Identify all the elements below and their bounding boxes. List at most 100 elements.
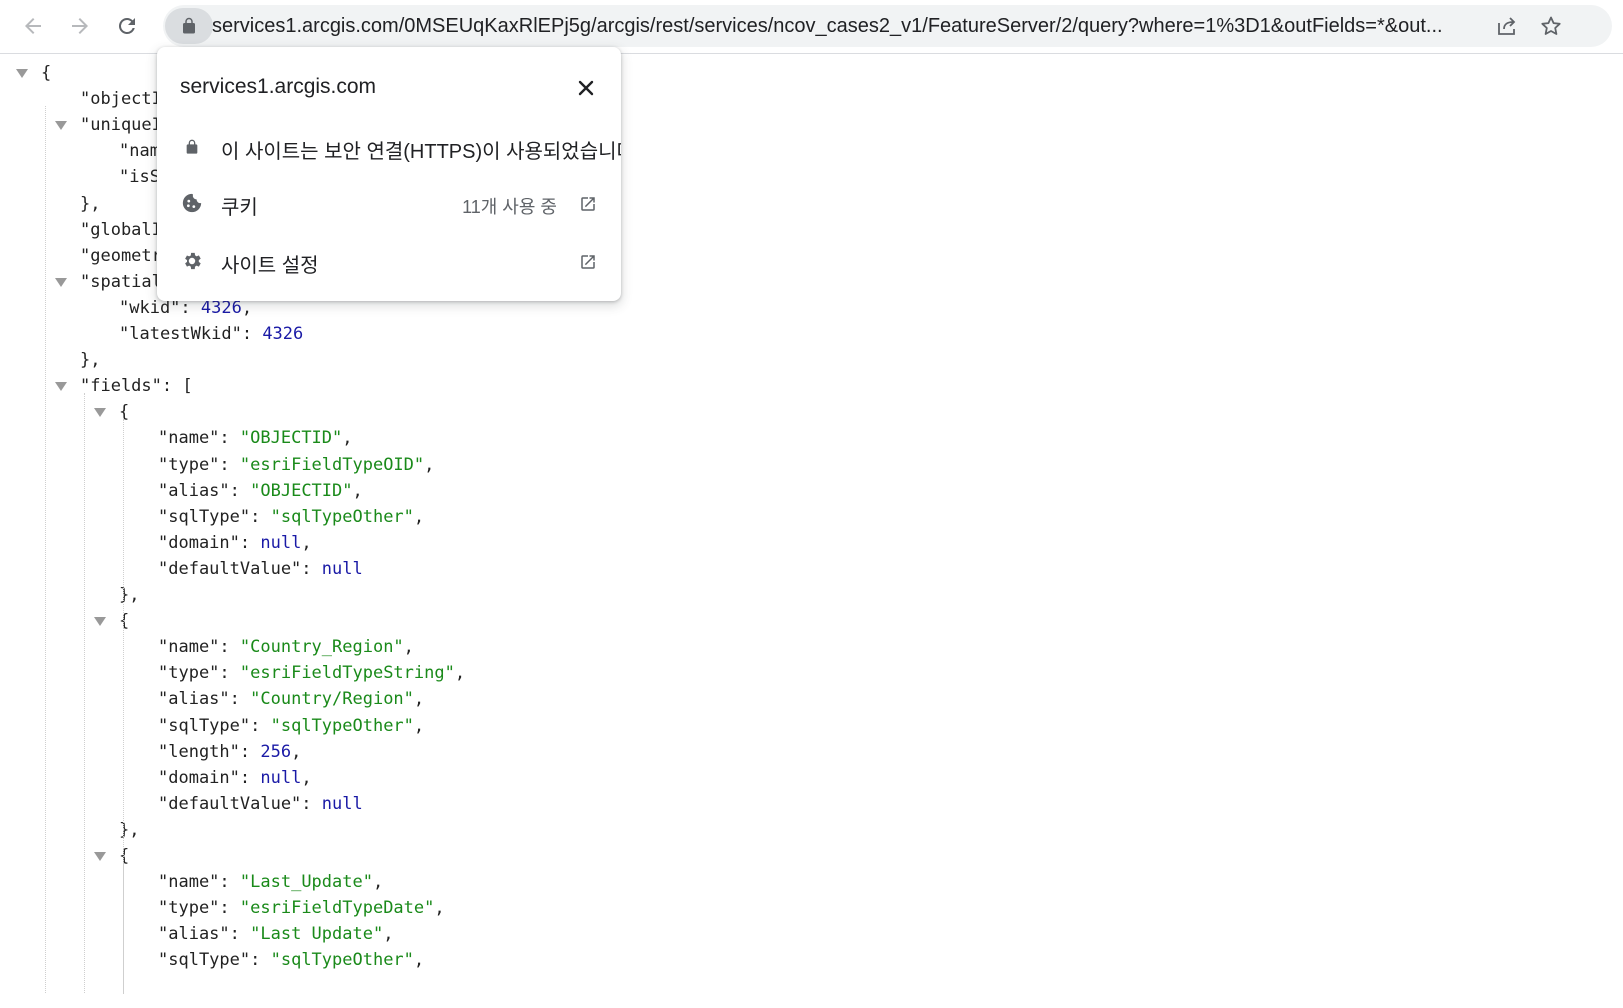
json-value: "sqlTypeOther" <box>270 506 414 527</box>
json-value: "Country/Region" <box>250 689 414 710</box>
json-punct: }, <box>80 193 101 214</box>
json-punct: : <box>239 767 261 788</box>
json-line: "type": "esriFieldTypeOID", <box>158 452 434 479</box>
json-punct: : <box>219 428 240 449</box>
connection-security-row[interactable]: 이 사이트는 보안 연결(HTTPS)이 사용되었습니다 <box>157 119 621 175</box>
reload-button[interactable] <box>108 7 146 45</box>
star-icon <box>1541 16 1561 35</box>
cookies-label: 쿠키 <box>221 197 258 219</box>
indent-guide <box>84 393 85 994</box>
url-text[interactable]: services1.arcgis.com/0MSEUqKaxRlEPj5g/ar… <box>212 14 1474 38</box>
json-line: "name": "OBJECTID", <box>158 425 353 452</box>
json-line: "name": "Country_Region", <box>158 634 414 661</box>
json-key: "fields" <box>80 376 162 397</box>
close-icon <box>578 80 594 96</box>
cookies-row[interactable]: 쿠키 11개 사용 중 <box>157 175 621 231</box>
collapse-toggle[interactable] <box>55 382 67 392</box>
json-line: "type": "esriFieldTypeDate", <box>158 895 445 922</box>
json-punct: : <box>219 637 240 658</box>
json-punct: : <box>250 950 271 971</box>
json-punct: : <box>239 532 261 553</box>
json-value: "OBJECTID" <box>250 480 353 501</box>
json-punct: , <box>372 872 384 893</box>
json-key: "name" <box>158 428 220 449</box>
collapse-toggle[interactable] <box>55 121 67 131</box>
indent-guide <box>45 106 46 994</box>
json-punct: : <box>219 872 240 893</box>
json-punct: , <box>352 480 363 501</box>
json-punct: , <box>301 532 312 553</box>
collapse-toggle[interactable] <box>94 852 106 861</box>
json-value: "esriFieldTypeDate" <box>239 898 435 919</box>
json-punct: , <box>403 637 414 658</box>
json-punct: , <box>413 950 425 971</box>
json-line: "name": "Last_Update", <box>158 869 383 896</box>
json-line: "sqlType": "sqlTypeOther", <box>158 504 424 531</box>
address-bar[interactable]: services1.arcgis.com/0MSEUqKaxRlEPj5g/ar… <box>163 5 1612 47</box>
collapse-toggle[interactable] <box>94 408 106 418</box>
json-punct: : <box>229 480 251 501</box>
json-value: "esriFieldTypeOID" <box>239 454 425 475</box>
json-punct: : [ <box>161 376 193 397</box>
lock-icon <box>180 135 204 159</box>
json-key: "alias" <box>158 480 230 501</box>
json-line: { <box>119 843 129 870</box>
arrow-left-icon <box>25 18 41 34</box>
json-punct: { <box>41 63 52 83</box>
json-key: "name" <box>158 872 220 893</box>
json-line: "defaultValue": null <box>158 556 363 583</box>
json-key: "latestWkid" <box>119 324 242 344</box>
json-punct: { <box>119 402 130 423</box>
external-link-icon[interactable] <box>577 251 599 273</box>
json-punct: , <box>434 898 445 919</box>
json-value: null <box>260 767 302 788</box>
site-info-button[interactable] <box>165 8 213 44</box>
json-punct: : <box>239 741 261 762</box>
json-value: "sqlTypeOther" <box>270 715 414 736</box>
json-value: "esriFieldTypeString" <box>239 663 455 684</box>
json-key: "domain" <box>158 532 240 553</box>
json-punct: , <box>413 689 425 710</box>
json-line: { <box>41 60 51 87</box>
gear-icon <box>180 249 204 273</box>
collapse-toggle[interactable] <box>55 277 67 287</box>
forward-button[interactable] <box>61 7 99 45</box>
arrow-right-icon <box>72 18 88 34</box>
json-punct: { <box>119 846 130 866</box>
site-info-popup: services1.arcgis.com 이 사이트는 보안 연결(HTTPS)… <box>157 47 621 301</box>
json-key: "type" <box>158 454 220 475</box>
json-key: "defaultValue" <box>158 793 302 814</box>
json-value: "Last_Update" <box>239 872 373 893</box>
lock-icon <box>183 17 195 34</box>
bookmark-button[interactable] <box>1535 10 1567 42</box>
json-line: "type": "esriFieldTypeString", <box>158 660 465 687</box>
json-key: "sqlType" <box>158 715 251 736</box>
collapse-toggle[interactable] <box>94 617 106 627</box>
json-value: "sqlTypeOther" <box>270 950 414 971</box>
indent-guide <box>123 863 124 994</box>
json-value: null <box>321 558 363 579</box>
json-line: "latestWkid": 4326 <box>119 321 303 348</box>
json-punct: , <box>383 924 394 945</box>
json-value: null <box>321 793 363 814</box>
json-key: "type" <box>158 663 220 684</box>
share-button[interactable] <box>1491 10 1523 42</box>
json-punct: }, <box>80 350 101 371</box>
back-button[interactable] <box>14 7 52 45</box>
json-line: "domain": null, <box>158 765 312 792</box>
collapse-toggle[interactable] <box>16 69 28 78</box>
json-key: "length" <box>158 741 240 762</box>
json-key: "defaultValue" <box>158 558 302 579</box>
external-link-icon[interactable] <box>577 193 599 215</box>
json-line: { <box>119 399 129 426</box>
close-button[interactable] <box>572 74 600 102</box>
site-settings-row[interactable]: 사이트 설정 <box>157 233 621 289</box>
json-line: }, <box>80 191 100 218</box>
json-key: "name" <box>158 637 220 658</box>
json-value: "Country_Region" <box>239 637 404 658</box>
json-line: "sqlType": "sqlTypeOther", <box>158 713 424 740</box>
json-line: "alias": "OBJECTID", <box>158 478 363 505</box>
json-punct: , <box>454 663 466 684</box>
json-line: "sqlType": "sqlTypeOther", <box>158 947 424 974</box>
cookie-icon <box>180 191 204 215</box>
